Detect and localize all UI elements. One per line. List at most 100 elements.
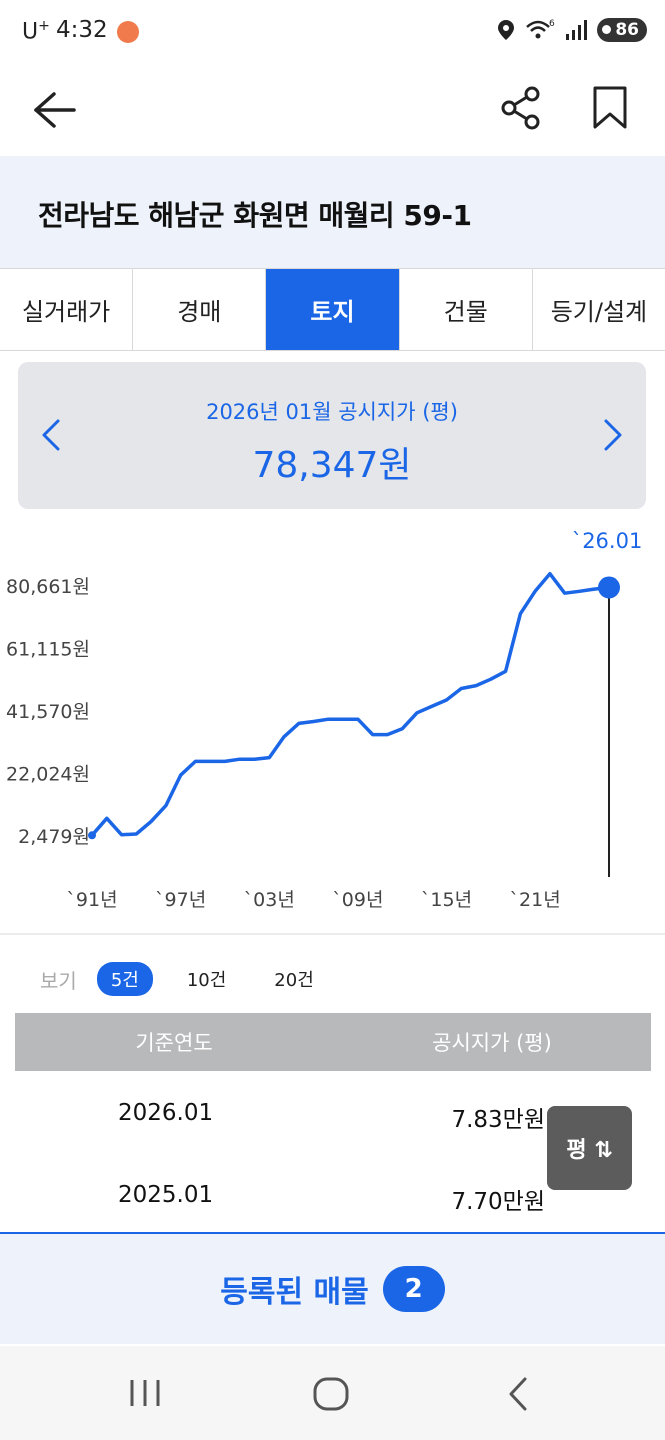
address-header: 전라남도 해남군 화원면 매월리 59-1 (0, 156, 665, 268)
data-point (150, 821, 152, 823)
section-divider (0, 933, 665, 935)
row-year: 2025.01 (118, 1182, 214, 1208)
data-point (593, 588, 595, 590)
x-tick-label: `03년 (244, 889, 295, 911)
wifi-icon: 6 (526, 19, 555, 39)
x-tick-label: `91년 (66, 889, 117, 911)
view-label: 보기 (40, 968, 77, 993)
battery-indicator: 86 (597, 18, 647, 42)
data-point (298, 722, 300, 724)
status-time: 4:32 (56, 17, 108, 43)
status-bar: U+ 4:32 6 86 (0, 0, 665, 64)
data-point (534, 590, 536, 592)
data-point (578, 590, 580, 592)
data-point (194, 760, 196, 762)
back-button[interactable] (28, 86, 80, 134)
carrier-label: U+ (22, 18, 50, 45)
data-point (88, 831, 96, 840)
next-period-button[interactable] (602, 418, 624, 456)
table-header: 기준연도 공시지가 (평) (15, 1013, 651, 1071)
data-point (224, 760, 226, 762)
back-arrow-icon (34, 92, 76, 128)
y-tick-label: 61,115원 (6, 639, 90, 661)
tab-land[interactable]: 토지 (266, 269, 400, 350)
series-line (90, 571, 611, 838)
tab-bar: 실거래가 경매 토지 건물 등기/설계 (0, 268, 665, 351)
app-header (0, 64, 665, 156)
row-year: 2026.01 (118, 1100, 214, 1126)
chevron-right-icon (604, 419, 622, 451)
data-point (372, 734, 374, 736)
share-icon (501, 86, 540, 130)
data-point (386, 734, 388, 736)
chart-svg: 80,661원 61,115원 41,570원 22,024원 2,479원 `91년 `9… (6, 529, 643, 911)
data-point (342, 718, 344, 720)
tab-real-transaction[interactable]: 실거래가 (0, 269, 134, 350)
view-option-10[interactable]: 10건 (173, 962, 240, 996)
view-option-5[interactable]: 5건 (96, 962, 153, 996)
tab-registry-design[interactable]: 등기/설계 (532, 269, 665, 350)
data-point (446, 699, 448, 701)
data-point (549, 573, 551, 575)
data-point (121, 834, 123, 836)
price-period-label: 2026년 01월 공시지가 (평) (206, 400, 458, 424)
nav-back-icon[interactable] (505, 1376, 531, 1412)
data-point (519, 613, 521, 615)
price-history-chart: 80,661원 61,115원 41,570원 22,024원 2,479원 `91년 `9… (0, 515, 665, 925)
x-tick-label: `21년 (510, 889, 561, 911)
highlight-point (598, 576, 620, 599)
x-tick-label: `15년 (421, 889, 472, 911)
data-point (253, 758, 255, 760)
data-point (564, 592, 566, 594)
official-price-card: 2026년 01월 공시지가 (평) 78,347원 (18, 362, 646, 509)
x-tick-label: `97년 (155, 889, 206, 911)
system-nav-bar (0, 1346, 665, 1440)
listings-count-badge: 2 (382, 1266, 445, 1312)
unit-toggle-button[interactable]: 평 ⇅ (547, 1106, 632, 1190)
data-point (401, 728, 403, 730)
svg-text:6: 6 (549, 19, 555, 29)
row-price: 7.70만원 (451, 1189, 545, 1215)
data-point (268, 757, 270, 759)
y-tick-label: 80,661원 (6, 576, 90, 598)
data-point (431, 705, 433, 707)
bookmark-button[interactable] (588, 84, 632, 132)
row-price: 7.83만원 (451, 1107, 545, 1133)
recent-apps-icon[interactable] (128, 1378, 162, 1408)
data-point (460, 688, 462, 690)
data-point (209, 760, 211, 762)
data-point (416, 712, 418, 714)
x-tick-label: `09년 (332, 889, 383, 911)
view-option-20[interactable]: 20건 (260, 962, 327, 996)
status-icons: 6 86 (497, 18, 647, 42)
notification-app-icon (117, 21, 139, 43)
signal-icon (566, 20, 588, 40)
home-icon[interactable] (312, 1376, 350, 1412)
column-header-year: 기준연도 (135, 1031, 213, 1055)
price-value: 78,347원 (252, 445, 412, 486)
data-point (357, 718, 359, 720)
share-button[interactable] (497, 84, 545, 132)
data-point (490, 678, 492, 680)
column-header-price: 공시지가 (평) (432, 1031, 552, 1055)
y-tick-label: 41,570원 (6, 701, 90, 723)
data-point (180, 774, 182, 776)
data-point (135, 833, 137, 835)
view-count-selector: 보기 5건 10건 20건 (40, 962, 328, 996)
data-point (165, 805, 167, 807)
address-title: 전라남도 해남군 화원면 매월리 59-1 (38, 199, 472, 232)
data-point (106, 817, 108, 819)
data-point (327, 718, 329, 720)
y-tick-label: 22,024원 (6, 764, 90, 786)
data-point (313, 720, 315, 722)
highlight-label: `26.01 (572, 529, 643, 553)
tab-auction[interactable]: 경매 (133, 269, 267, 350)
tab-building[interactable]: 건물 (399, 269, 533, 350)
y-tick-label: 2,479원 (18, 826, 90, 848)
data-point (283, 736, 285, 738)
registered-listings-button[interactable]: 등록된 매물 2 (0, 1232, 665, 1344)
data-point (475, 685, 477, 687)
listings-label: 등록된 매물 (220, 1275, 369, 1310)
data-point (505, 670, 507, 672)
data-point (239, 758, 241, 760)
